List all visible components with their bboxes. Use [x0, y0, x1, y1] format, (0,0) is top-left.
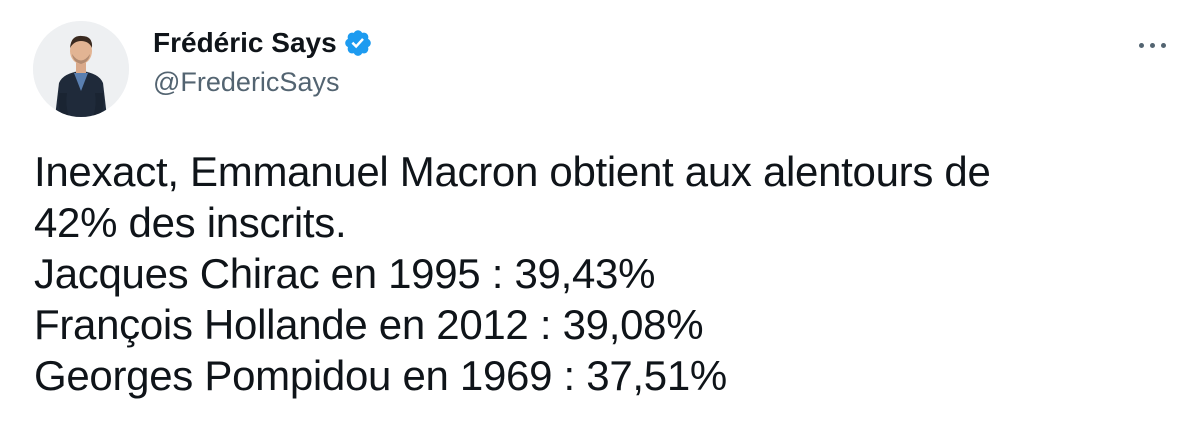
more-horizontal-icon: [1138, 42, 1144, 48]
more-horizontal-icon-dot-2: [1149, 42, 1155, 48]
author-handle[interactable]: @FredericSays: [153, 67, 373, 98]
avatar[interactable]: [33, 21, 129, 117]
author-block: Frédéric Says @FredericSays: [153, 25, 373, 98]
more-options-button[interactable]: [1130, 30, 1174, 60]
name-row: Frédéric Says: [153, 25, 373, 61]
tweet-text-line: François Hollande en 2012 : 39,08%: [34, 301, 704, 348]
more-horizontal-icon-dot-3: [1160, 42, 1166, 48]
avatar-image: [33, 21, 129, 117]
verified-badge-icon: [343, 28, 373, 58]
author-display-name[interactable]: Frédéric Says: [153, 27, 337, 59]
tweet-text: Inexact, Emmanuel Macron obtient aux ale…: [34, 146, 1174, 401]
tweet-text-line: Georges Pompidou en 1969 : 37,51%: [34, 352, 727, 399]
tweet-text-line: Jacques Chirac en 1995 : 39,43%: [34, 250, 656, 297]
tweet-text-line: Inexact, Emmanuel Macron obtient aux ale…: [34, 148, 991, 195]
tweet-card: Frédéric Says @FredericSays Inexact, Emm…: [0, 0, 1196, 442]
tweet-text-line: 42% des inscrits.: [34, 199, 347, 246]
